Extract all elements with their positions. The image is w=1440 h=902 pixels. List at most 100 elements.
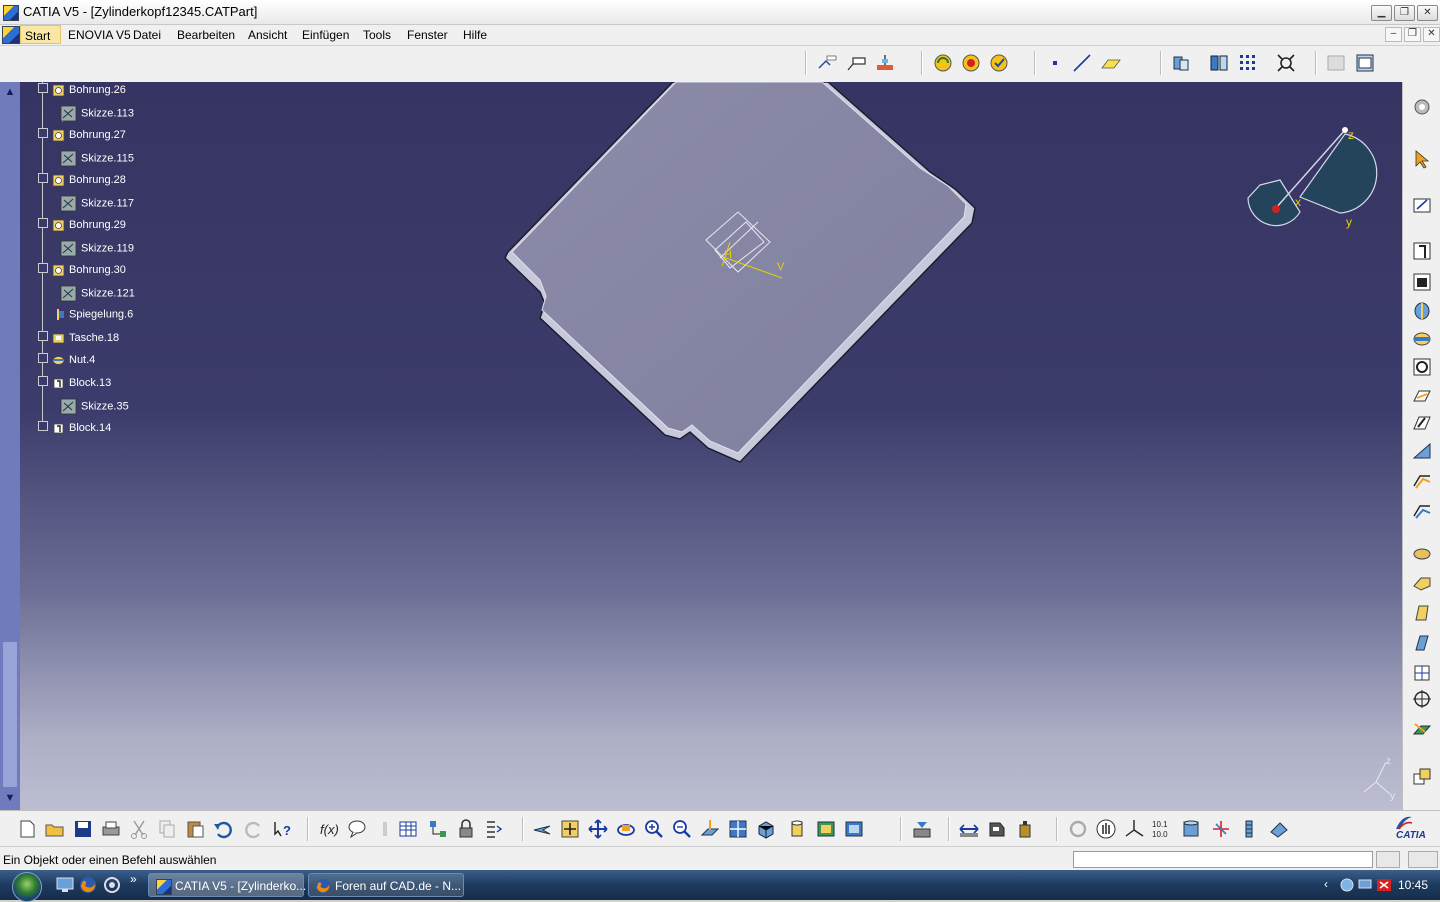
undo-icon[interactable] xyxy=(212,818,234,840)
plane-icon[interactable] xyxy=(1100,52,1122,74)
stiffener-icon[interactable] xyxy=(1411,440,1433,462)
thread-tap-icon[interactable] xyxy=(1411,688,1433,710)
whats-this-help-icon[interactable]: ? xyxy=(272,818,294,840)
menu-start[interactable]: Start xyxy=(20,25,62,44)
zoom-in-icon[interactable] xyxy=(643,818,665,840)
normal-view-icon[interactable] xyxy=(699,818,721,840)
slot-icon[interactable] xyxy=(1411,412,1433,434)
network-tray-icon[interactable] xyxy=(1339,877,1355,893)
command-input[interactable] xyxy=(1073,851,1373,868)
eraser-icon[interactable] xyxy=(1268,818,1290,840)
window-layout-icon[interactable] xyxy=(1354,52,1376,74)
save-icon[interactable] xyxy=(72,818,94,840)
thickness-icon[interactable] xyxy=(1411,662,1433,684)
swap-visible-space-icon[interactable] xyxy=(1208,52,1230,74)
catia-quicklaunch-icon[interactable] xyxy=(103,876,121,894)
zoom-out-icon[interactable] xyxy=(671,818,693,840)
instantiate-icon[interactable] xyxy=(483,818,505,840)
line-icon[interactable] xyxy=(1071,52,1093,74)
monitor-tray-icon[interactable] xyxy=(1357,877,1373,893)
menu-einfuegen[interactable]: Einfügen xyxy=(302,28,349,42)
hide-show-icon[interactable] xyxy=(1170,52,1192,74)
print-icon[interactable] xyxy=(100,818,122,840)
redo-icon[interactable] xyxy=(243,818,265,840)
axis-system-icon[interactable] xyxy=(1123,818,1145,840)
tree-item-bohrung-28[interactable]: Bohrung.28 xyxy=(38,173,126,187)
datum-feature-icon[interactable] xyxy=(874,52,896,74)
hand-manipulate-icon[interactable] xyxy=(1095,818,1117,840)
tree-item-bohrung-27[interactable]: Bohrung.27 xyxy=(38,128,126,142)
tree-item-skizze-35[interactable]: Skizze.35 xyxy=(60,398,129,415)
catalog-browser-icon[interactable] xyxy=(427,818,449,840)
doc-minimize-button[interactable]: – xyxy=(1385,27,1402,42)
sketcher-icon[interactable] xyxy=(1411,194,1433,216)
design-table-icon[interactable] xyxy=(397,818,419,840)
body-icon[interactable] xyxy=(1180,818,1202,840)
document-icon[interactable] xyxy=(2,26,20,44)
shading-edges-icon[interactable] xyxy=(786,818,808,840)
minimize-button[interactable]: ▁ xyxy=(1371,5,1392,21)
groove-icon[interactable] xyxy=(1411,328,1433,350)
scrollbar-thumb[interactable] xyxy=(3,642,17,787)
taskbar-button-firefox[interactable]: Foren auf CAD.de - N... xyxy=(308,873,464,897)
tree-item-skizze-113[interactable]: Skizze.113 xyxy=(60,105,134,122)
doc-restore-button[interactable]: ❐ xyxy=(1404,27,1421,42)
restore-button[interactable]: ❐ xyxy=(1394,5,1415,21)
transformation-icon[interactable] xyxy=(1411,718,1433,740)
tree-item-bohrung-26[interactable]: Bohrung.26 xyxy=(38,83,126,97)
catia-app-icon[interactable] xyxy=(3,5,19,21)
shell-icon[interactable] xyxy=(1411,632,1433,654)
tree-item-skizze-119[interactable]: Skizze.119 xyxy=(60,240,134,257)
command-history-icon[interactable] xyxy=(1376,851,1400,868)
annotation-text-icon[interactable] xyxy=(816,52,838,74)
tray-expand-icon[interactable]: ‹ xyxy=(1324,877,1328,891)
3d-viewport[interactable]: H V z x y z y Bohrung.26 Skizze.113 Bohr… xyxy=(0,82,1402,810)
isometric-view-icon[interactable] xyxy=(755,818,777,840)
point-icon[interactable] xyxy=(1044,52,1066,74)
taskbar-button-catia[interactable]: CATIA V5 - [Zylinderko... xyxy=(148,873,306,897)
multi-sections-solid-icon[interactable] xyxy=(1411,470,1433,492)
fly-mode-icon[interactable] xyxy=(531,818,553,840)
tree-item-tasche-18[interactable]: Tasche.18 xyxy=(38,331,119,345)
tree-item-skizze-115[interactable]: Skizze.115 xyxy=(60,150,134,167)
grid-icon[interactable] xyxy=(1237,52,1259,74)
hole-icon[interactable] xyxy=(1411,356,1433,378)
shaft-icon[interactable] xyxy=(1411,300,1433,322)
chamfer-icon[interactable] xyxy=(1411,572,1433,594)
update-local-icon[interactable] xyxy=(988,52,1010,74)
multi-view-icon[interactable] xyxy=(727,818,749,840)
boolean-operation-icon[interactable] xyxy=(1411,766,1433,788)
analysis-icon[interactable] xyxy=(1210,818,1232,840)
menu-hilfe[interactable]: Hilfe xyxy=(463,28,487,42)
tree-item-nut-4[interactable]: Nut.4 xyxy=(38,353,95,367)
removed-multi-sections-icon[interactable] xyxy=(1411,500,1433,522)
specification-tree[interactable]: Bohrung.26 Skizze.113 Bohrung.27 Skizze.… xyxy=(20,82,280,442)
update-all-icon[interactable] xyxy=(932,52,954,74)
scroll-up-arrow-icon[interactable]: ▲ xyxy=(2,84,18,100)
menu-datei[interactable]: Datei xyxy=(133,28,161,42)
lock-icon[interactable] xyxy=(455,818,477,840)
formula-icon[interactable]: f(x) xyxy=(318,818,340,840)
tree-item-bohrung-30[interactable]: Bohrung.30 xyxy=(38,263,126,277)
paste-icon[interactable] xyxy=(184,818,206,840)
tree-item-skizze-117[interactable]: Skizze.117 xyxy=(60,195,134,212)
tree-item-bohrung-29[interactable]: Bohrung.29 xyxy=(38,218,126,232)
tree-item-block-14[interactable]: Block.14 xyxy=(38,421,111,435)
new-file-icon[interactable] xyxy=(16,818,38,840)
menu-bearbeiten[interactable]: Bearbeiten xyxy=(177,28,235,42)
edge-fillet-icon[interactable] xyxy=(1411,542,1433,564)
doc-close-button[interactable]: ✕ xyxy=(1423,27,1440,42)
menu-ansicht[interactable]: Ansicht xyxy=(248,28,287,42)
tree-scrollbar[interactable]: ▲ ▼ xyxy=(0,82,20,810)
list-icon[interactable] xyxy=(1238,818,1260,840)
menu-tools[interactable]: Tools xyxy=(363,28,391,42)
draft-angle-icon[interactable] xyxy=(1411,602,1433,624)
scale-values-icon[interactable]: 10.110.0 xyxy=(1151,818,1173,840)
rotate-icon[interactable] xyxy=(615,818,637,840)
tree-item-spiegelung-6[interactable]: Spiegelung.6 xyxy=(52,308,133,321)
tree-item-block-13[interactable]: Block.13 xyxy=(38,376,111,390)
firefox-quicklaunch-icon[interactable] xyxy=(79,876,97,894)
copy-icon[interactable] xyxy=(156,818,178,840)
apply-material-icon[interactable] xyxy=(911,818,933,840)
show-desktop-icon[interactable] xyxy=(56,877,74,893)
